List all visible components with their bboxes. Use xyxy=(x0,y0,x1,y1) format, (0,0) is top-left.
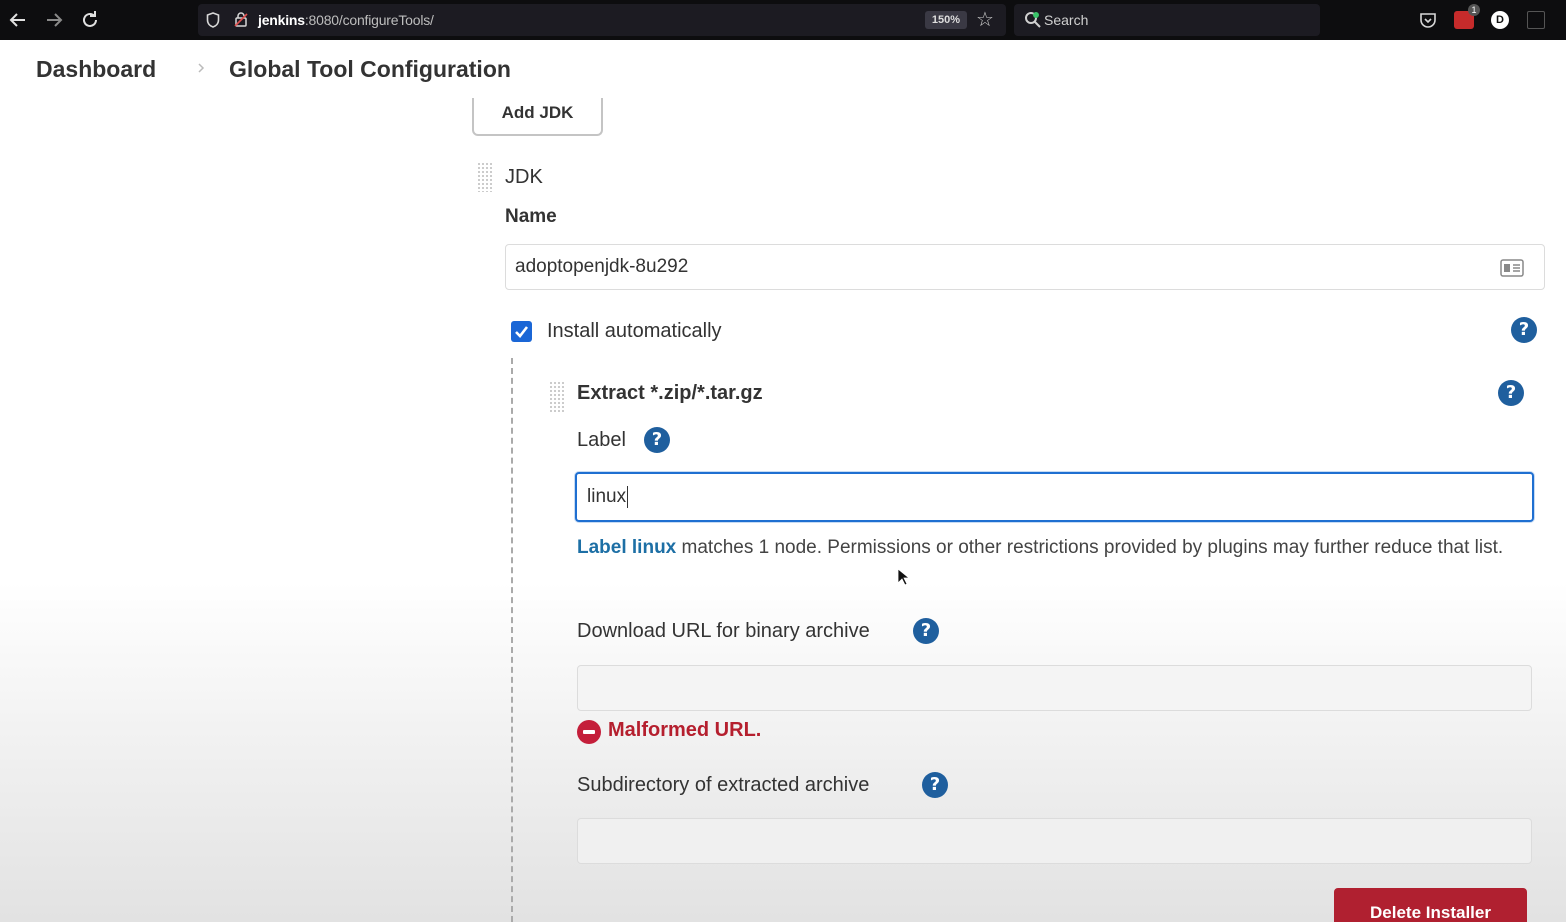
back-arrow-icon[interactable] xyxy=(6,8,30,32)
installer-nesting-line xyxy=(511,358,513,922)
bookmark-star-icon[interactable]: ☆ xyxy=(976,7,994,32)
insecure-lock-icon[interactable] xyxy=(234,11,248,28)
search-placeholder: Search xyxy=(1044,12,1089,28)
search-icon xyxy=(1025,12,1041,28)
breadcrumb-dashboard[interactable]: Dashboard xyxy=(36,56,156,83)
subdirectory-label: Subdirectory of extracted archive xyxy=(577,774,870,796)
download-url-label: Download URL for binary archive xyxy=(577,620,870,642)
installer-help-icon[interactable]: ? xyxy=(1498,380,1524,406)
jdk-section-title: JDK xyxy=(505,166,543,188)
installer-drag-handle[interactable] xyxy=(549,381,565,414)
subdirectory-help-icon[interactable]: ? xyxy=(922,772,948,798)
label-input[interactable]: linux xyxy=(575,472,1534,522)
profile-avatar[interactable]: D xyxy=(1491,11,1509,29)
download-url-input[interactable] xyxy=(577,665,1532,711)
install-automatically-label[interactable]: Install automatically xyxy=(547,320,722,343)
contact-card-icon[interactable] xyxy=(1500,259,1524,277)
reload-icon[interactable] xyxy=(78,8,102,32)
installer-title: Extract *.zip/*.tar.gz xyxy=(577,382,763,404)
label-help-icon[interactable]: ? xyxy=(644,427,670,453)
add-jdk-button[interactable]: Add JDK xyxy=(472,98,603,136)
checkmark-icon xyxy=(515,326,529,338)
text-caret xyxy=(627,485,629,508)
label-validation-message: Label linux matches 1 node. Permissions … xyxy=(577,532,1527,563)
extension-icon[interactable]: 1 xyxy=(1454,4,1480,29)
tool-config-form: Add JDK JDK Name adoptopenjdk-8u292 Inst… xyxy=(0,98,1566,922)
install-automatically-help-icon[interactable]: ? xyxy=(1511,317,1537,343)
address-bar[interactable]: jenkins:8080/configureTools/ 150% ☆ xyxy=(198,4,1006,36)
mouse-cursor-icon xyxy=(897,568,909,586)
label-message-text: matches 1 node. Permissions or other res… xyxy=(676,537,1504,558)
sidebar-menu-icon[interactable] xyxy=(1527,11,1545,29)
delete-installer-button[interactable]: Delete Installer xyxy=(1334,888,1527,922)
search-bar[interactable]: Search xyxy=(1014,4,1320,36)
label-input-value: linux xyxy=(587,486,627,507)
label-link[interactable]: Label linux xyxy=(577,537,676,558)
subdirectory-input[interactable] xyxy=(577,818,1532,864)
breadcrumb-chevron-icon xyxy=(198,63,205,73)
label-field-label: Label xyxy=(577,429,626,451)
tracking-shield-icon[interactable] xyxy=(206,12,220,28)
download-url-help-icon[interactable]: ? xyxy=(913,618,939,644)
breadcrumb-current[interactable]: Global Tool Configuration xyxy=(229,56,511,83)
malformed-url-error: Malformed URL. xyxy=(608,719,762,741)
extension-badge: 1 xyxy=(1468,4,1480,16)
name-label: Name xyxy=(505,206,557,227)
browser-toolbar: jenkins:8080/configureTools/ 150% ☆ Sear… xyxy=(0,0,1566,40)
breadcrumb: Dashboard Global Tool Configuration xyxy=(0,40,1566,102)
forward-arrow-icon[interactable] xyxy=(42,8,66,32)
install-automatically-checkbox[interactable] xyxy=(511,321,532,342)
zoom-level-badge[interactable]: 150% xyxy=(925,11,967,29)
error-icon xyxy=(577,720,601,744)
jdk-name-input[interactable]: adoptopenjdk-8u292 xyxy=(505,244,1545,290)
pocket-icon[interactable] xyxy=(1418,10,1438,30)
url-text: jenkins:8080/configureTools/ xyxy=(258,12,434,28)
jdk-drag-handle[interactable] xyxy=(477,162,493,192)
